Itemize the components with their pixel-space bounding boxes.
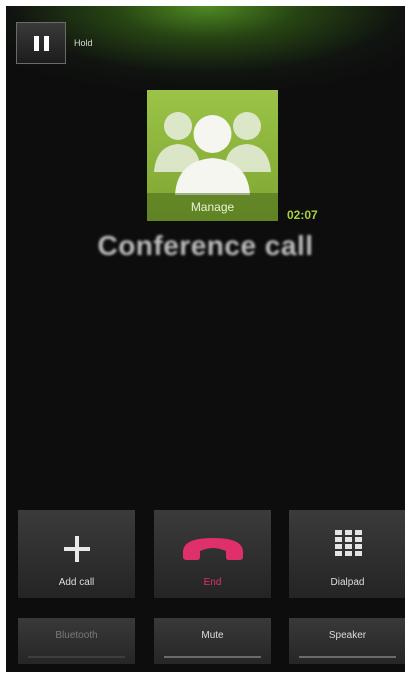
end-call-label: End (203, 577, 222, 588)
speaker-label: Speaker (328, 630, 367, 641)
call-title: Conference call (97, 230, 314, 261)
hold-button[interactable] (16, 22, 66, 64)
speaker-toggle[interactable]: Speaker (289, 618, 405, 664)
dialpad-label: Dialpad (330, 577, 365, 588)
call-timer: 02:07 (287, 208, 318, 222)
mute-toggle[interactable]: Mute (154, 618, 271, 664)
end-call-button[interactable]: End (154, 510, 271, 598)
end-call-icon (183, 538, 243, 560)
dialpad-button[interactable]: Dialpad (289, 510, 405, 598)
bluetooth-label: Bluetooth (55, 630, 98, 641)
plus-icon (64, 536, 90, 562)
speaker-indicator (299, 656, 396, 658)
in-call-screen: Hold Manage 02:07 Conference call Add ca… (6, 6, 405, 672)
mute-label: Mute (201, 630, 224, 641)
manage-conference-button[interactable]: Manage (147, 90, 278, 221)
pause-icon (33, 35, 49, 51)
bluetooth-toggle[interactable]: Bluetooth (18, 618, 135, 664)
add-call-label: Add call (58, 577, 95, 588)
manage-label: Manage (147, 193, 278, 221)
mute-indicator (164, 656, 261, 658)
add-call-button[interactable]: Add call (18, 510, 135, 598)
hold-label: Hold (74, 38, 93, 48)
dialpad-icon (333, 530, 363, 558)
bluetooth-indicator (28, 656, 125, 658)
